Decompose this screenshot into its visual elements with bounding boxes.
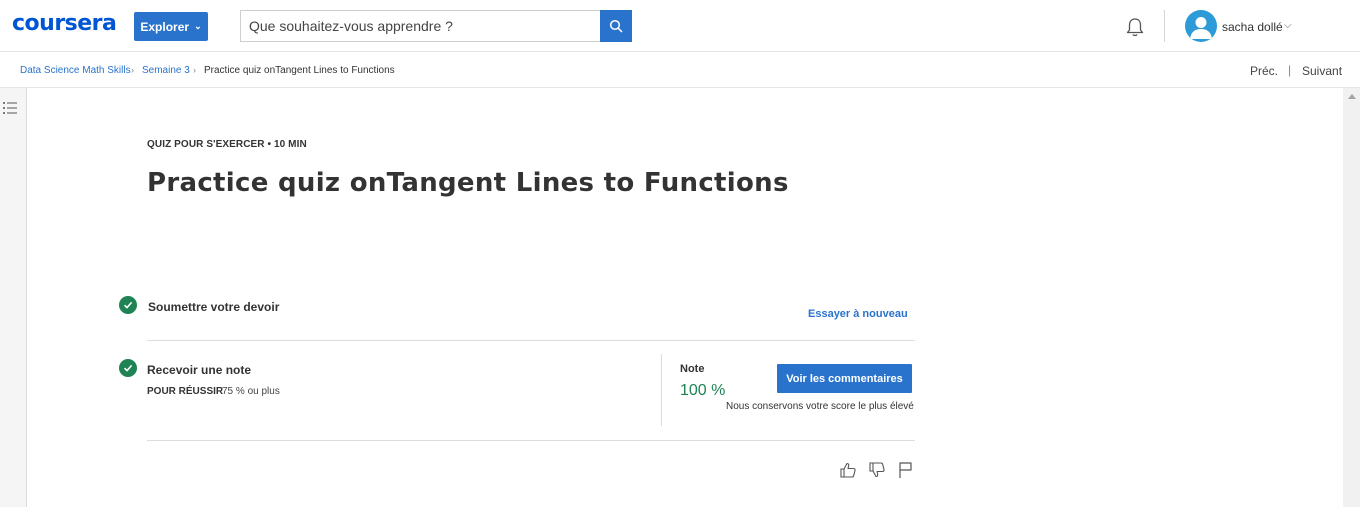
thumbs-up-icon[interactable] bbox=[839, 461, 857, 479]
retry-button[interactable]: Essayer à nouveau bbox=[808, 308, 908, 320]
search-button[interactable] bbox=[600, 10, 632, 42]
search-icon bbox=[609, 19, 623, 33]
chevron-down-icon: ⌄ bbox=[194, 21, 202, 31]
breadcrumb-separator: › bbox=[193, 65, 196, 75]
divider bbox=[147, 440, 915, 441]
pass-threshold-label: POUR RÉUSSIR bbox=[147, 386, 224, 397]
chevron-down-icon[interactable]: ⌵ bbox=[1284, 20, 1292, 31]
top-navigation-bar: coursera Explorer ⌄ sacha dollé ⌵ bbox=[0, 0, 1360, 52]
vertical-scrollbar[interactable] bbox=[1343, 88, 1360, 507]
submit-step-label: Soumettre votre devoir bbox=[148, 300, 280, 314]
header-divider bbox=[1164, 10, 1165, 42]
breadcrumb-separator: › bbox=[131, 65, 134, 75]
nav-separator: | bbox=[1288, 63, 1292, 77]
grade-label: Note bbox=[680, 363, 705, 375]
quiz-eyebrow: QUIZ POUR S'EXERCER • 10 MIN bbox=[147, 139, 307, 150]
coursera-logo[interactable]: coursera bbox=[12, 11, 117, 36]
grade-value: 100 % bbox=[680, 382, 726, 399]
thumbs-down-icon[interactable] bbox=[868, 461, 886, 479]
grade-step-label: Recevoir une note bbox=[147, 363, 252, 377]
username[interactable]: sacha dollé bbox=[1222, 20, 1283, 34]
pass-threshold-value: 75 % ou plus bbox=[222, 386, 280, 397]
divider bbox=[147, 340, 915, 341]
explore-button[interactable]: Explorer ⌄ bbox=[134, 12, 208, 41]
check-icon bbox=[119, 359, 137, 377]
avatar-icon bbox=[1190, 17, 1212, 39]
breadcrumb-course[interactable]: Data Science Math Skills bbox=[20, 65, 131, 76]
avatar[interactable] bbox=[1185, 10, 1217, 42]
view-feedback-button[interactable]: Voir les commentaires bbox=[777, 364, 912, 393]
page-title: Practice quiz onTangent Lines to Functio… bbox=[147, 168, 789, 198]
check-icon bbox=[119, 296, 137, 314]
explore-label: Explorer bbox=[140, 19, 190, 34]
search-input[interactable] bbox=[240, 10, 600, 42]
breadcrumb-week[interactable]: Semaine 3 bbox=[142, 65, 190, 76]
list-icon[interactable] bbox=[2, 100, 18, 116]
highest-score-note: Nous conservons votre score le plus élev… bbox=[726, 401, 914, 412]
bell-icon[interactable] bbox=[1124, 16, 1146, 38]
scroll-up-arrow[interactable] bbox=[1348, 94, 1356, 99]
divider bbox=[661, 354, 662, 426]
breadcrumb-current: Practice quiz onTangent Lines to Functio… bbox=[204, 65, 395, 76]
flag-icon[interactable] bbox=[897, 461, 915, 479]
previous-link[interactable]: Préc. bbox=[1250, 64, 1278, 78]
next-link[interactable]: Suivant bbox=[1302, 64, 1342, 78]
breadcrumb-bar: Data Science Math Skills › Semaine 3 › P… bbox=[0, 52, 1360, 88]
course-outline-rail bbox=[0, 88, 27, 507]
